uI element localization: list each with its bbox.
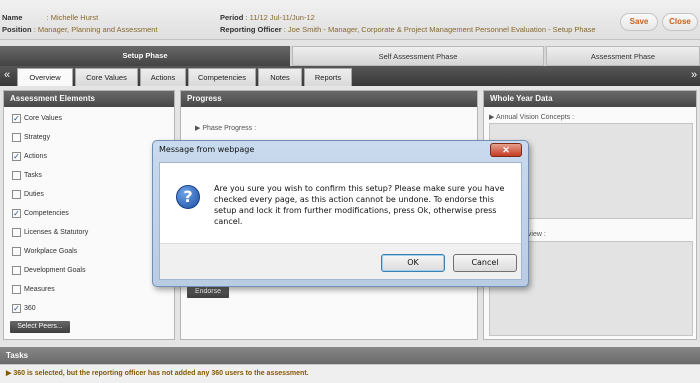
dialog-body: ? Are you sure you wish to confirm this … <box>159 162 522 280</box>
close-icon[interactable]: ✕ <box>490 143 522 157</box>
dialog-message: Are you sure you wish to confirm this se… <box>214 184 505 226</box>
ok-button[interactable]: OK <box>381 254 445 272</box>
cancel-button[interactable]: Cancel <box>453 254 517 272</box>
dialog-title: Message from webpage <box>159 145 255 154</box>
dialog-footer: OK Cancel <box>160 243 521 279</box>
question-icon: ? <box>176 185 200 209</box>
confirm-dialog: Message from webpage ✕ ? Are you sure yo… <box>152 140 529 287</box>
